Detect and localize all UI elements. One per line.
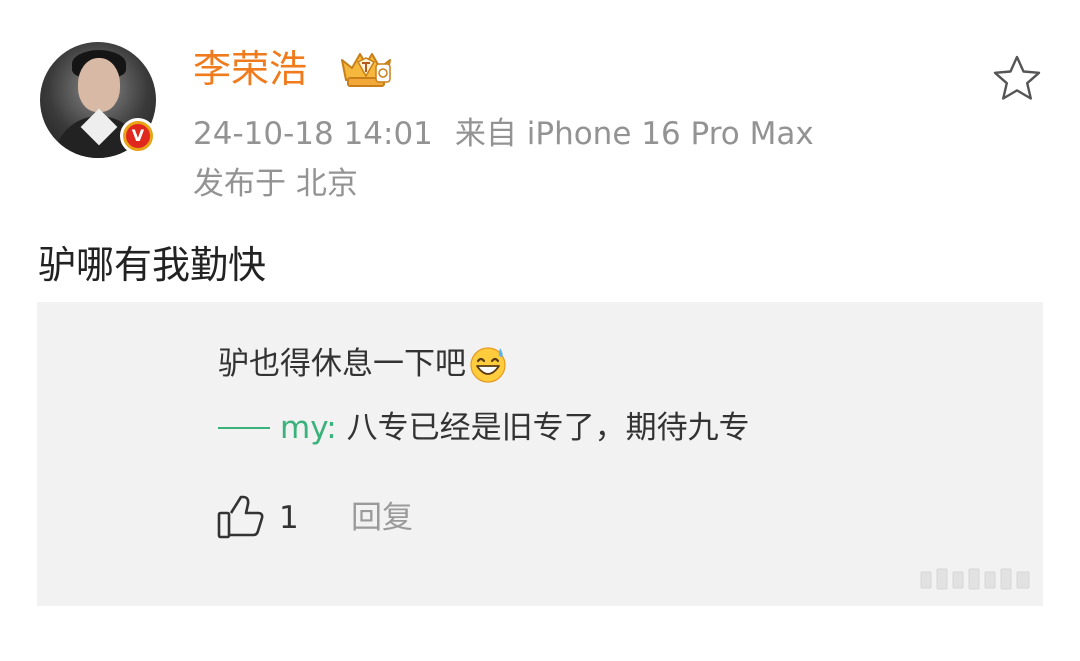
like-count: 1	[279, 500, 299, 536]
crown-badge-icon[interactable]	[338, 46, 394, 90]
post-source: 来自 iPhone 16 Pro Max	[454, 116, 814, 152]
reply-dash	[218, 426, 270, 429]
verified-badge-icon: V	[120, 118, 156, 154]
star-outline-icon[interactable]	[992, 54, 1042, 102]
post-timestamp: 24-10-18 14:01	[193, 116, 433, 152]
reply-line: my: 八专已经是旧专了，期待九专	[218, 406, 750, 450]
post-text: 驴哪有我勤快	[38, 243, 267, 287]
watermark-icon	[920, 568, 1030, 590]
quoted-comment-text: 驴也得休息一下吧	[218, 346, 466, 382]
quoted-comment-card[interactable]: 驴也得休息一下吧 my: 八专已经是旧专了，期待九专 1 回复	[37, 302, 1043, 606]
verified-badge-letter: V	[126, 124, 150, 148]
reply-text: 八专已经是旧专了，期待九专	[346, 410, 750, 446]
reply-button[interactable]: 回复	[351, 498, 413, 538]
post-meta: 24-10-18 14:01 来自 iPhone 16 Pro Max	[193, 112, 814, 156]
quoted-comment-line: 驴也得休息一下吧	[218, 342, 508, 386]
username[interactable]: 李荣浩	[193, 44, 307, 94]
post-location: 发布于 北京	[193, 166, 358, 202]
avatar-face	[78, 58, 120, 112]
reply-username[interactable]: my:	[280, 410, 337, 446]
grinning-sweat-emoji-icon	[470, 347, 506, 383]
thumbs-up-icon[interactable]	[217, 494, 265, 540]
